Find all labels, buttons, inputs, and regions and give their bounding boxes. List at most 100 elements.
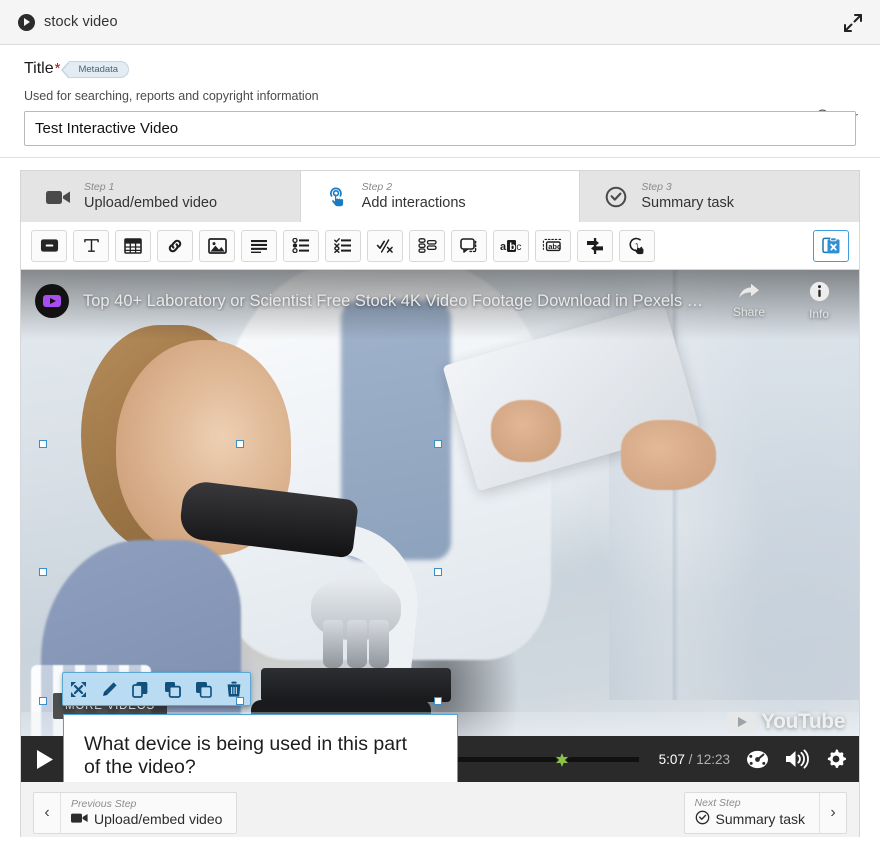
scene-hand-left (491, 400, 561, 462)
true-false-icon[interactable] (367, 229, 403, 262)
link-icon[interactable] (157, 229, 193, 262)
volume-on-icon[interactable] (785, 749, 809, 769)
metadata-badge-label: Metadata (78, 63, 119, 75)
play-triangle-icon[interactable] (35, 749, 54, 770)
tab-upload-text: Step 1 Upload/embed video (84, 181, 217, 211)
previous-step-label-row: Upload/embed video (71, 811, 222, 827)
tab-summary-text: Step 3 Summary task (641, 181, 735, 211)
resize-handle-se[interactable] (434, 697, 442, 705)
svg-text:a: a (500, 241, 507, 253)
radio-list-icon[interactable] (283, 229, 319, 262)
pexels-play-logo[interactable] (35, 284, 69, 318)
pencil-icon[interactable] (97, 677, 123, 701)
resize-handle-ne[interactable] (434, 440, 442, 448)
bring-front-icon[interactable] (159, 677, 185, 701)
resize-handle-w[interactable] (39, 568, 47, 576)
checkbox-list-icon[interactable] (325, 229, 361, 262)
step-navigation: ‹ Previous Step Upload/embed video Next … (20, 782, 860, 842)
interaction-edit-toolbar (62, 672, 251, 706)
resize-handle-n[interactable] (236, 440, 244, 448)
speedometer-icon[interactable] (746, 750, 769, 769)
abc-dashed-icon[interactable]: abc (535, 229, 571, 262)
next-step-button[interactable]: Next Step Summary task › (683, 792, 847, 834)
scene-objective-2 (347, 620, 367, 668)
youtube-wordmark: YouTube (761, 710, 845, 733)
tab-upload-embed-video[interactable]: Step 1 Upload/embed video (21, 171, 300, 222)
list-lines-icon[interactable] (241, 229, 277, 262)
scene-microscope-stage (261, 668, 451, 702)
step-label: Summary task (641, 194, 735, 211)
check-circle-icon (604, 185, 628, 209)
chevron-left-icon: ‹ (34, 793, 61, 833)
clipboard-x-icon[interactable] (813, 229, 849, 262)
previous-step-label: Upload/embed video (94, 811, 223, 828)
drag-drop-icon[interactable] (409, 229, 445, 262)
share-button[interactable]: Share (721, 283, 777, 319)
scene-objective-1 (323, 620, 343, 668)
previous-step-sub: Previous Step (71, 798, 137, 811)
previous-step-text: Previous Step Upload/embed video (61, 793, 236, 833)
copy-icon[interactable] (128, 677, 154, 701)
next-step-sub: Next Step (694, 797, 741, 810)
svg-text:abc: abc (548, 242, 561, 251)
youtube-watermark[interactable]: YouTube (726, 710, 845, 734)
scene-hand-right (621, 420, 716, 490)
table-icon[interactable] (115, 229, 151, 262)
resize-handle-sw[interactable] (39, 697, 47, 705)
step-number: Step 1 (84, 181, 115, 193)
resize-handle-s[interactable] (236, 697, 244, 705)
video-title: Top 40+ Laboratory or Scientist Free Sto… (83, 291, 707, 310)
move-arrows-icon[interactable] (66, 677, 92, 701)
bottom-strip (0, 837, 880, 842)
image-icon[interactable] (199, 229, 235, 262)
hotspot-tap-icon[interactable] (619, 229, 655, 262)
next-step-label: Summary task (715, 811, 805, 828)
dialog-dashed-icon[interactable] (451, 229, 487, 262)
scene-microscope-turret (311, 578, 401, 668)
gear-icon[interactable] (825, 748, 847, 770)
current-time: 5:07 (658, 751, 685, 767)
share-label: Share (732, 305, 766, 319)
window-title: stock video (44, 14, 118, 30)
info-button[interactable]: Info (791, 281, 847, 321)
time-display: 5:07 / 12:23 (659, 752, 730, 767)
tab-add-interactions[interactable]: Step 2 Add interactions (299, 171, 580, 222)
youtube-play-icon (726, 711, 757, 733)
expand-arrows-icon[interactable] (842, 12, 864, 34)
svg-text:c: c (516, 241, 521, 253)
video-header: Top 40+ Laboratory or Scientist Free Sto… (21, 270, 859, 332)
play-circle-icon (18, 13, 35, 31)
scene-objective-3 (369, 620, 389, 668)
abc-blank-icon[interactable]: abc (493, 229, 529, 262)
metadata-badge[interactable]: Metadata (61, 60, 130, 79)
step-label: Add interactions (361, 194, 466, 211)
required-marker: * (54, 59, 61, 77)
step-tabs: Step 1 Upload/embed video Step 2 Add int… (20, 170, 860, 222)
interaction-content: What device is being used in this part o… (64, 715, 457, 782)
tab-summary-task[interactable]: Step 3 Summary task (579, 171, 860, 222)
resize-handle-e[interactable] (434, 568, 442, 576)
svg-text:b: b (509, 241, 515, 253)
total-time: 12:23 (696, 751, 730, 767)
time-separator: / (688, 751, 693, 767)
signpost-icon[interactable] (577, 229, 613, 262)
interaction-toolbar: abc abc (20, 222, 860, 270)
next-step-label-row: Summary task (695, 810, 805, 828)
duplicate-icon[interactable] (190, 677, 216, 701)
step-number: Step 3 (641, 181, 672, 193)
resize-handle-nw[interactable] (39, 440, 47, 448)
previous-step-button[interactable]: ‹ Previous Step Upload/embed video (33, 792, 238, 834)
h5p-interactive-video-editor: stock video Title * Metadata Used for se… (0, 0, 880, 842)
text-t-icon[interactable] (73, 229, 109, 262)
video-preview[interactable]: Top 40+ Laboratory or Scientist Free Sto… (20, 270, 860, 782)
title-description: Used for searching, reports and copyrigh… (24, 89, 319, 103)
step-number: Step 2 (361, 181, 393, 193)
label-icon[interactable] (31, 229, 67, 262)
check-circle-icon (695, 810, 710, 828)
title-input[interactable] (24, 111, 856, 146)
window-title-bar: stock video (0, 0, 880, 45)
bookmark-marker-icon[interactable] (552, 750, 571, 774)
video-camera-icon (71, 811, 88, 827)
interaction-multichoice[interactable]: What device is being used in this part o… (63, 714, 458, 782)
info-circle-icon (809, 281, 830, 305)
